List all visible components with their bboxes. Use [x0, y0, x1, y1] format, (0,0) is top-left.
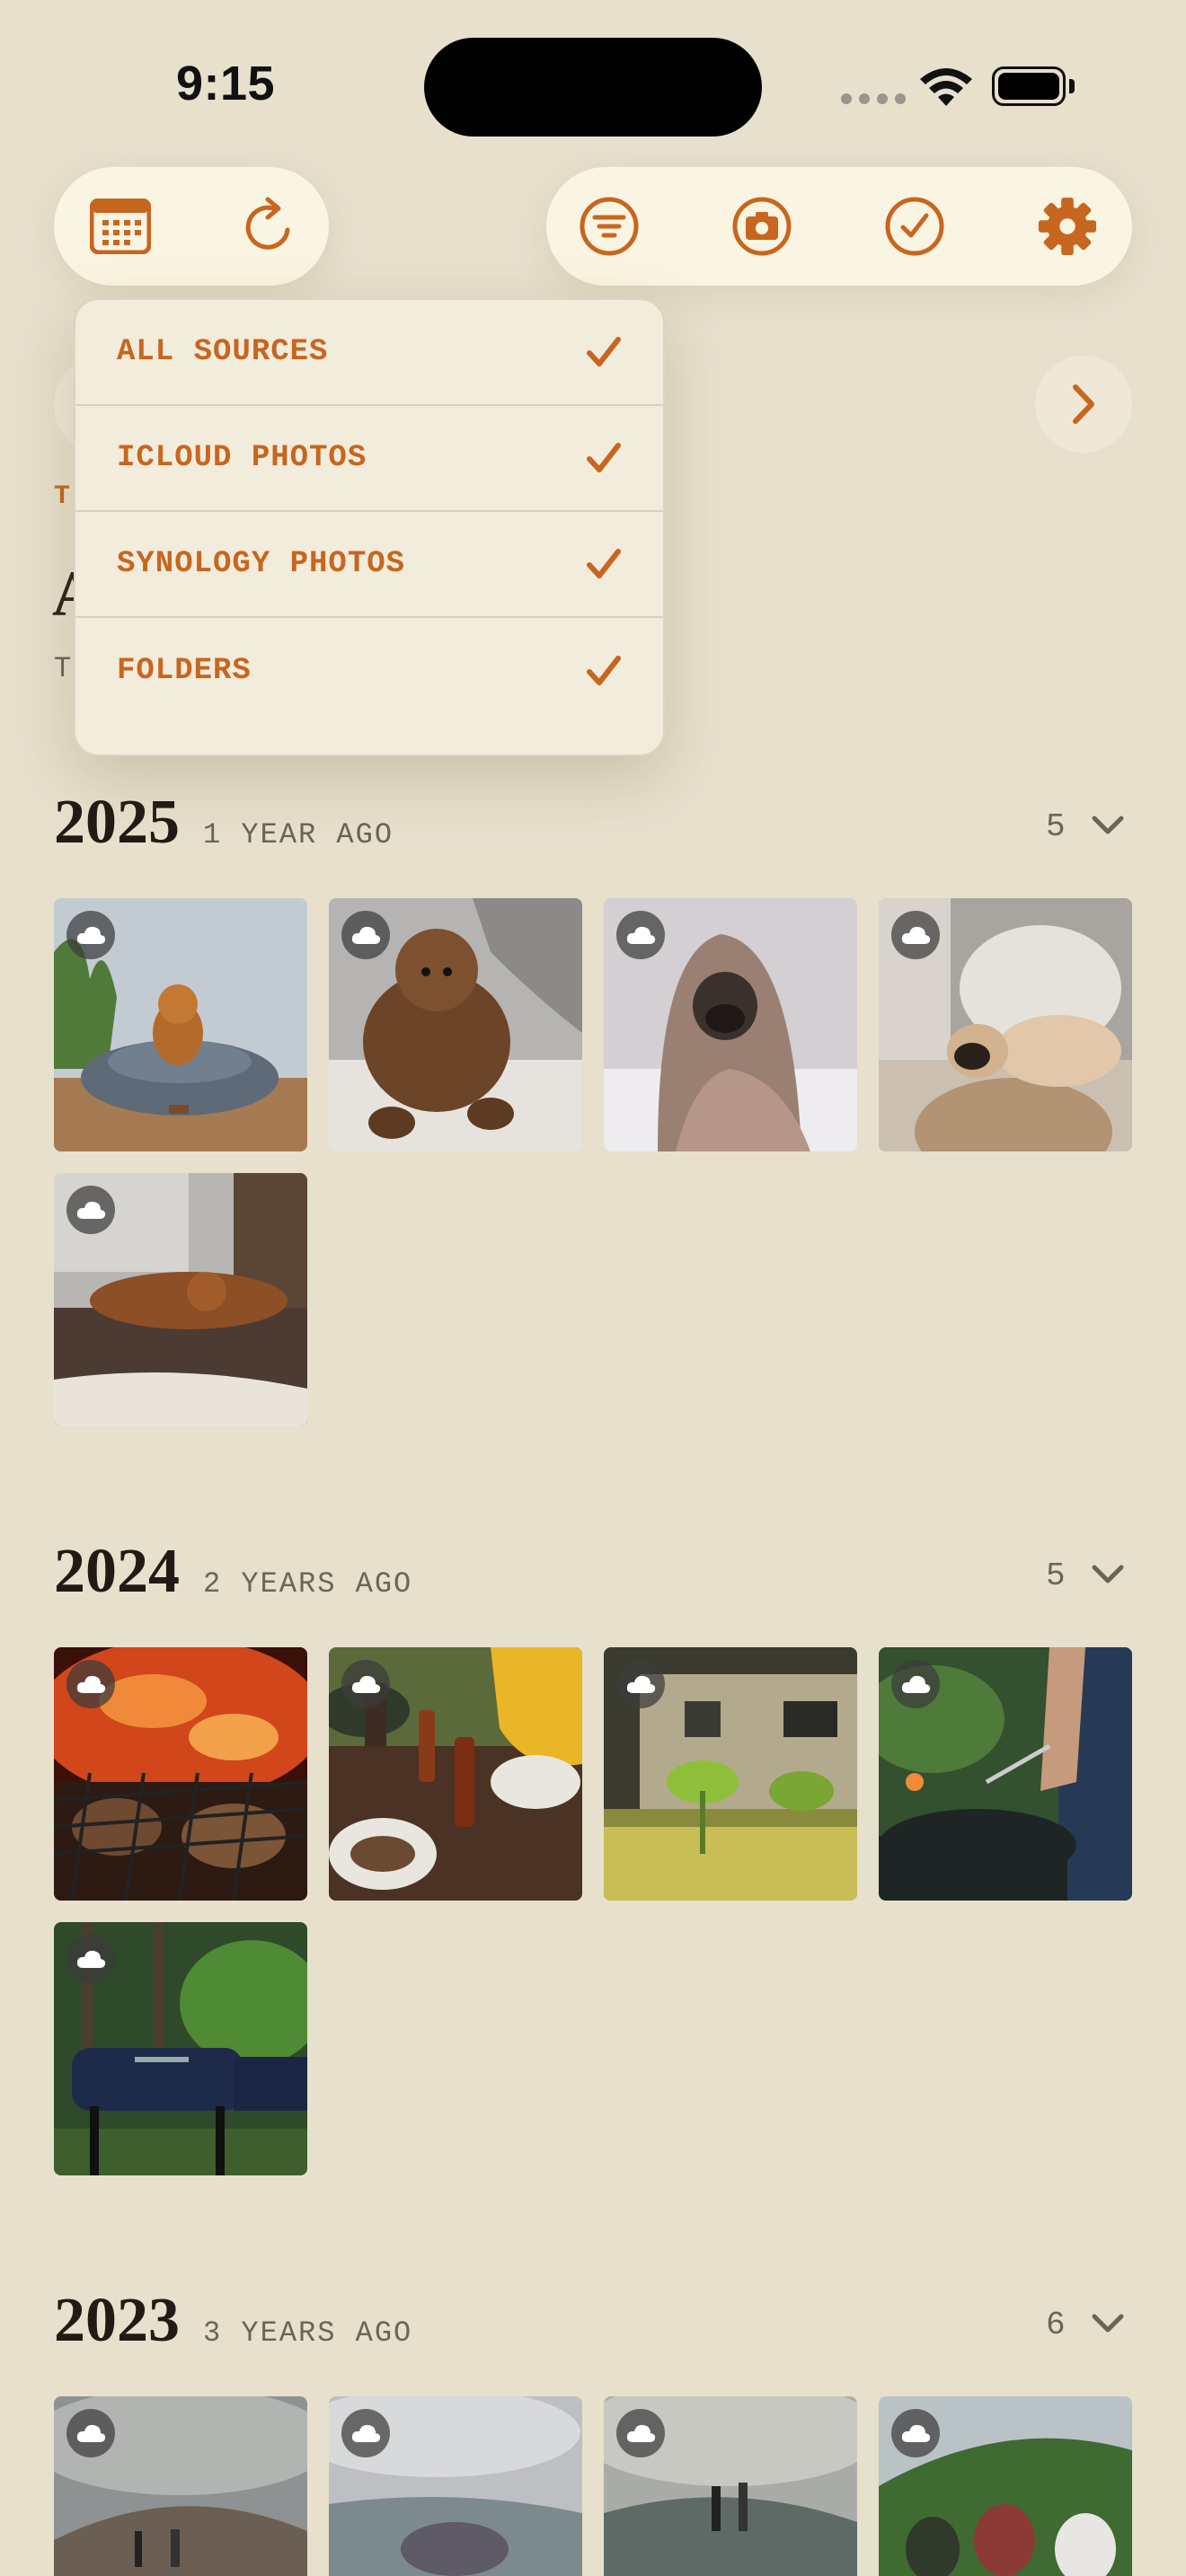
toolbar-left: [54, 167, 329, 286]
checkmark-icon: [587, 656, 621, 685]
photo-thumbnail[interactable]: [54, 898, 307, 1151]
photo-thumbnail[interactable]: [604, 898, 857, 1151]
calendar-button[interactable]: [90, 196, 151, 257]
menu-item-label: ICLOUD PHOTOS: [117, 441, 367, 475]
camera-button[interactable]: [731, 196, 792, 257]
cloud-icon: [891, 911, 940, 959]
photo-count: 5: [1046, 1557, 1066, 1594]
dynamic-island: [424, 38, 762, 137]
photo-count: 5: [1046, 808, 1066, 845]
photo-thumbnail[interactable]: [879, 898, 1132, 1151]
refresh-button[interactable]: [239, 196, 300, 257]
photo-count: 6: [1046, 2307, 1066, 2343]
checkmark-icon: [587, 337, 621, 366]
cloud-icon: [616, 1660, 665, 1708]
battery-icon: [992, 66, 1075, 106]
photo-thumbnail[interactable]: [879, 2396, 1132, 2576]
cloud-icon: [341, 2409, 390, 2457]
memory-kicker: T: [54, 481, 71, 512]
photo-thumbnail[interactable]: [54, 2396, 307, 2576]
year-relative: 1 YEAR AGO: [203, 818, 394, 851]
menu-item-all-sources[interactable]: ALL SOURCES: [75, 300, 663, 406]
checkmark-circle-icon: [885, 197, 944, 256]
menu-item-folders[interactable]: FOLDERS: [75, 618, 663, 724]
checkmark-icon: [587, 443, 621, 472]
filter-icon: [580, 197, 639, 256]
settings-button[interactable]: [1037, 196, 1098, 257]
cloud-icon: [341, 1660, 390, 1708]
photo-thumbnail[interactable]: [879, 1647, 1132, 1901]
cellular-signal-icon: [841, 93, 906, 104]
cloud-icon: [66, 911, 115, 959]
photo-memories-screen: 9:15 T T 2025 1 YEAR AGO 5 2024 2 YEARS …: [0, 0, 1186, 2576]
menu-item-label: SYNOLOGY PHOTOS: [117, 547, 406, 581]
status-time: 9:15: [176, 57, 276, 110]
photo-thumbnail[interactable]: [329, 898, 582, 1151]
cloud-icon: [616, 2409, 665, 2457]
menu-item-label: FOLDERS: [117, 654, 252, 688]
next-button[interactable]: [1035, 356, 1132, 453]
cloud-icon: [341, 911, 390, 959]
cloud-icon: [891, 2409, 940, 2457]
cloud-icon: [891, 1660, 940, 1708]
select-button[interactable]: [884, 196, 945, 257]
cloud-icon: [616, 911, 665, 959]
year-title: 2023: [54, 2286, 180, 2355]
cloud-icon: [66, 1935, 115, 1983]
source-filter-menu: ALL SOURCES ICLOUD PHOTOS SYNOLOGY PHOTO…: [74, 298, 665, 756]
camera-icon: [732, 197, 792, 256]
filter-button[interactable]: [579, 196, 640, 257]
photo-thumbnail[interactable]: [604, 1647, 857, 1901]
gear-icon: [1038, 197, 1097, 256]
chevron-down-icon[interactable]: [1091, 814, 1125, 837]
photo-thumbnail[interactable]: [54, 1647, 307, 1901]
cloud-icon: [66, 1186, 115, 1234]
photo-thumbnail[interactable]: [54, 1922, 307, 2175]
chevron-down-icon[interactable]: [1091, 2312, 1125, 2335]
checkmark-icon: [587, 549, 621, 578]
photo-thumbnail[interactable]: [329, 2396, 582, 2576]
menu-item-icloud-photos[interactable]: ICLOUD PHOTOS: [75, 406, 663, 512]
wifi-icon: [920, 68, 972, 106]
photo-thumbnail[interactable]: [604, 2396, 857, 2576]
toolbar-right: [546, 167, 1132, 286]
photo-thumbnail[interactable]: [329, 1647, 582, 1901]
calendar-icon: [90, 198, 151, 254]
chevron-right-icon: [1073, 384, 1094, 424]
memory-subtitle: T: [54, 652, 72, 685]
chevron-down-icon[interactable]: [1091, 1563, 1125, 1586]
menu-item-label: ALL SOURCES: [117, 335, 329, 369]
year-title: 2025: [54, 788, 180, 857]
year-title: 2024: [54, 1537, 180, 1606]
photo-thumbnail[interactable]: [54, 1173, 307, 1426]
cloud-icon: [66, 1660, 115, 1708]
year-relative: 2 YEARS AGO: [203, 1567, 413, 1601]
refresh-icon: [245, 197, 290, 250]
cloud-icon: [66, 2409, 115, 2457]
menu-item-synology-photos[interactable]: SYNOLOGY PHOTOS: [75, 512, 663, 618]
year-relative: 3 YEARS AGO: [203, 2316, 413, 2350]
